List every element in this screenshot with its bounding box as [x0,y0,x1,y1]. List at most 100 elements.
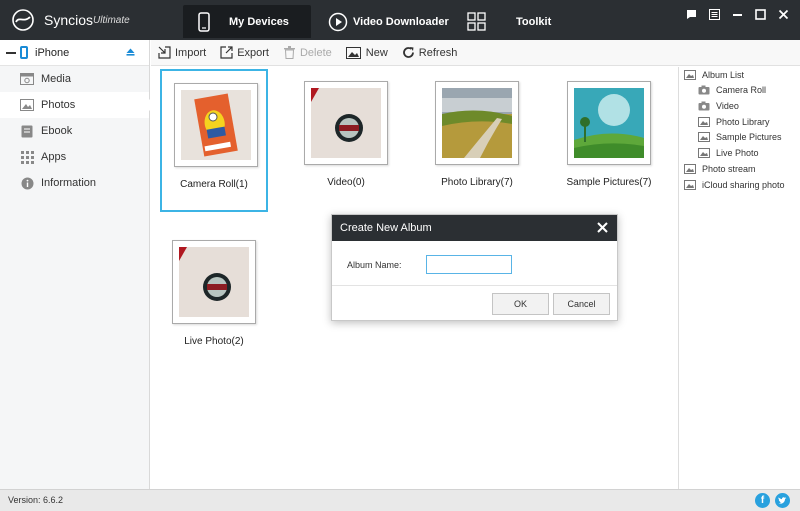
tree-camera-roll[interactable]: Camera Roll [698,83,766,97]
menu-icon[interactable] [706,6,722,22]
sidebar-item-label: Apps [41,151,67,163]
dialog-title: Create New Album [340,222,432,234]
grid-icon [466,11,488,33]
twitter-icon[interactable] [775,493,790,508]
sidebar-item-apps[interactable]: Apps [0,144,149,170]
tab-toolkit[interactable]: Toolkit [466,5,551,38]
play-icon [327,11,349,33]
tree-sample-pictures[interactable]: Sample Pictures [698,130,782,144]
tree-photo-library[interactable]: Photo Library [698,115,770,129]
picture-icon [698,132,710,142]
album-caption: Photo Library(7) [441,177,513,188]
tab-my-devices-label: My Devices [229,15,289,28]
dialog-close-icon[interactable] [596,221,609,234]
photo-library-thumbnail [442,88,512,158]
ok-button[interactable]: OK [492,293,549,315]
iphone-icon [20,46,28,59]
album-thumbnail [174,83,258,167]
tab-video-downloader[interactable]: Video Downloader [327,5,449,38]
dialog-header: Create New Album [332,215,617,241]
export-label: Export [237,46,269,59]
media-icon [20,72,34,86]
syncios-logo-icon [12,9,34,31]
import-label: Import [175,46,207,59]
camera-roll-thumbnail [181,90,251,160]
delete-button[interactable]: Delete [283,46,332,59]
refresh-icon [402,46,415,59]
information-icon [20,176,34,190]
export-button[interactable]: Export [220,46,269,59]
tab-my-devices[interactable]: My Devices [183,5,311,38]
album-camera-roll[interactable]: Camera Roll(1) [160,69,268,212]
sample-pictures-thumbnail [574,88,644,158]
refresh-button[interactable]: Refresh [402,46,458,59]
album-thumbnail [304,81,388,165]
album-caption: Live Photo(2) [184,336,244,347]
album-list-icon [684,70,696,80]
camera-icon [698,85,710,95]
album-photo-library[interactable]: Photo Library(7) [423,69,531,212]
tree-label: iCloud sharing photo [702,180,785,190]
album-sample-pictures[interactable]: Sample Pictures(7) [555,69,663,212]
eject-icon[interactable] [126,48,135,56]
live-photo-thumbnail [179,247,249,317]
version-label: Version: 6.6.2 [8,495,64,505]
tree-photo-stream[interactable]: Photo stream [684,162,756,176]
feedback-icon[interactable] [683,6,699,22]
picture-icon [698,148,710,158]
maximize-icon[interactable] [752,6,768,22]
trash-icon [283,46,296,59]
facebook-icon[interactable]: f [755,493,770,508]
new-album-button[interactable]: New [346,46,388,59]
tree-label: Live Photo [716,148,759,158]
title-bar: Syncios Ultimate My Devices Video Downlo… [0,0,800,40]
tree-video[interactable]: Video [698,99,739,113]
tree-album-list[interactable]: Album List [684,68,744,82]
refresh-label: Refresh [418,46,458,59]
sidebar-item-media[interactable]: Media [0,66,149,92]
device-name: iPhone [35,46,70,59]
tree-label: Camera Roll [716,85,767,95]
toolbar: Import Export Delete New Refresh [151,40,800,66]
album-live-photo[interactable]: Live Photo(2) [160,228,268,371]
phone-icon [193,11,215,33]
import-icon [158,46,171,59]
tree-label: Sample Pictures [716,132,782,142]
album-name-input[interactable] [426,255,512,274]
import-button[interactable]: Import [158,46,206,59]
cancel-button[interactable]: Cancel [553,293,610,315]
delete-label: Delete [299,46,332,59]
status-bar: Version: 6.6.2 f [0,489,800,511]
tree-icloud-sharing[interactable]: iCloud sharing photo [684,178,785,192]
sidebar-item-label: Ebook [41,125,73,137]
export-icon [220,46,233,59]
album-caption: Camera Roll(1) [180,179,248,190]
tree-label: Video [716,101,739,111]
dialog-body: Album Name: [332,241,617,286]
tree-live-photo[interactable]: Live Photo [698,146,759,160]
collapse-icon[interactable] [6,51,16,54]
sidebar-item-label: Information [41,177,97,189]
left-sidebar: iPhone Media Photos Ebook Apps Informati… [0,40,150,489]
album-thumbnail [172,240,256,324]
minimize-icon[interactable] [729,6,745,22]
sidebar-item-label: Media [41,73,71,85]
album-caption: Video(0) [327,177,365,188]
app-name: Syncios [44,12,94,28]
video-thumbnail [311,88,381,158]
apps-icon [20,150,34,164]
sidebar-item-ebook[interactable]: Ebook [0,118,149,144]
app-edition: Ultimate [93,15,130,26]
picture-icon [698,117,710,127]
device-row-iphone[interactable]: iPhone [0,40,149,66]
camera-icon [698,101,710,111]
picture-icon [684,164,696,174]
tab-video-downloader-label: Video Downloader [353,15,449,28]
album-thumbnail [435,81,519,165]
close-icon[interactable] [775,6,791,22]
album-video[interactable]: Video(0) [292,69,400,212]
sidebar-item-photos[interactable]: Photos [0,92,150,118]
photos-icon [20,98,34,112]
album-caption: Sample Pictures(7) [566,177,652,188]
sidebar-item-information[interactable]: Information [0,170,149,196]
